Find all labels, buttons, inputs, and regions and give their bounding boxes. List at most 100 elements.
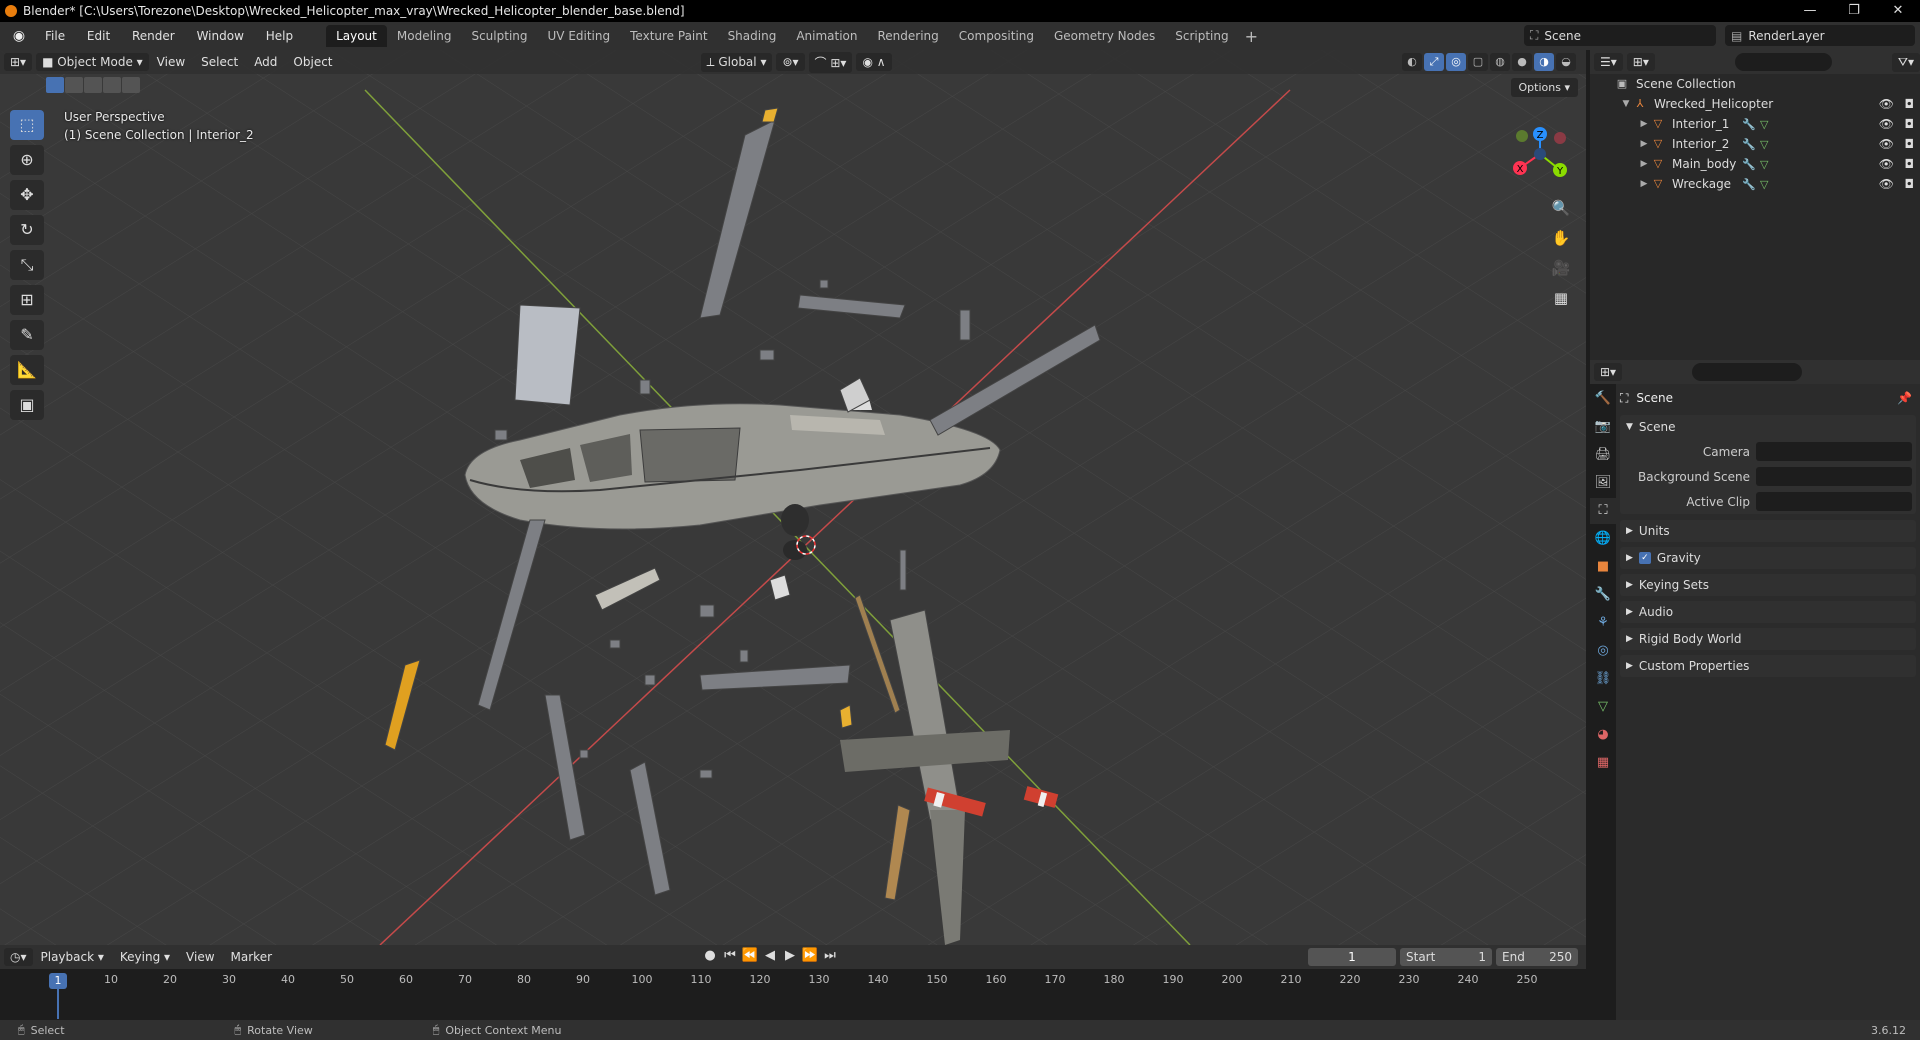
gizmo-toggle-icon[interactable]: ⤢: [1424, 53, 1444, 71]
annotate-tool-icon[interactable]: ✎: [10, 320, 44, 350]
camera-render-icon[interactable]: ◘: [1905, 117, 1915, 131]
outliner-scene-collection[interactable]: ▣ Scene Collection: [1590, 74, 1920, 94]
rendered-shading-icon[interactable]: ◒: [1556, 53, 1576, 71]
particles-tab-icon[interactable]: ⚘: [1590, 610, 1616, 636]
pivot-point-icon[interactable]: ⊚▾: [776, 53, 805, 71]
select-box-tool-icon[interactable]: ⬚: [10, 110, 44, 140]
mesh-data-icon[interactable]: ▽: [1760, 118, 1768, 131]
camera-view-icon[interactable]: 🎥: [1548, 255, 1574, 281]
xray-icon[interactable]: ▢: [1468, 53, 1488, 71]
blender-menu-icon[interactable]: ◉: [10, 27, 28, 45]
rotate-tool-icon[interactable]: ↻: [10, 215, 44, 245]
measure-tool-icon[interactable]: 📐: [10, 355, 44, 385]
solid-shading-icon[interactable]: ●: [1512, 53, 1532, 71]
physics-tab-icon[interactable]: ◎: [1590, 638, 1616, 664]
outliner-object-row[interactable]: ▶ ▽ Interior_2 🔧 ▽ 👁 ◘: [1590, 134, 1920, 154]
mode-selector[interactable]: ■ Object Mode ▾: [36, 53, 149, 71]
tab-modeling[interactable]: Modeling: [387, 25, 462, 47]
proportional-editing-icon[interactable]: ◉ ∧: [856, 53, 892, 71]
tab-rendering[interactable]: Rendering: [868, 25, 949, 47]
material-shading-icon[interactable]: ◑: [1534, 53, 1554, 71]
constraints-tab-icon[interactable]: ⛓: [1590, 666, 1616, 692]
auto-key-icon[interactable]: ●: [700, 948, 720, 963]
end-frame-field[interactable]: End 250: [1496, 948, 1578, 966]
menu-render[interactable]: Render: [123, 29, 184, 43]
jump-keyframe-back-icon[interactable]: ⏪: [740, 948, 760, 963]
editor-type-icon[interactable]: ⊞▾: [4, 53, 33, 71]
playhead[interactable]: 1: [49, 973, 67, 989]
snap-icon[interactable]: ⌒ ⊞▾: [808, 51, 853, 73]
custom-properties-panel[interactable]: ▶ Custom Properties: [1620, 655, 1916, 677]
view-layer-tab-icon[interactable]: 🖼: [1590, 470, 1616, 496]
tab-scripting[interactable]: Scripting: [1165, 25, 1238, 47]
menu-select[interactable]: Select: [193, 55, 246, 69]
jump-keyframe-forward-icon[interactable]: ⏩: [800, 948, 820, 963]
menu-timeline-view[interactable]: View: [178, 950, 222, 964]
menu-file[interactable]: File: [36, 29, 74, 43]
expand-arrow-icon[interactable]: ▶: [1638, 139, 1650, 149]
properties-editor-type-icon[interactable]: ⊞▾: [1594, 363, 1623, 381]
modifier-wrench-icon[interactable]: 🔧: [1742, 138, 1756, 151]
outliner-object-row[interactable]: ▶ ▽ Wreckage 🔧 ▽ 👁 ◘: [1590, 174, 1920, 194]
menu-view[interactable]: View: [149, 55, 193, 69]
eye-icon[interactable]: 👁: [1879, 97, 1894, 111]
zoom-icon[interactable]: 🔍: [1548, 195, 1574, 221]
material-tab-icon[interactable]: ◕: [1590, 722, 1616, 748]
overlays-toggle-icon[interactable]: ◎: [1446, 53, 1466, 71]
display-mode-icon[interactable]: ⊞▾: [1626, 53, 1655, 71]
properties-editor[interactable]: ⊞▾ 🔨 📷 🖨 🖼 ⛶ 🌐 ■ 🔧 ⚘ ◎ ⛓ ▽ ◕ ▦ ⛶ Scene 📌…: [1590, 360, 1920, 1020]
transform-tool-icon[interactable]: ⊞: [10, 285, 44, 315]
output-tab-icon[interactable]: 🖨: [1590, 442, 1616, 468]
tab-shading[interactable]: Shading: [718, 25, 787, 47]
modifier-wrench-icon[interactable]: 🔧: [1742, 118, 1756, 131]
scene-selector[interactable]: ⛶ Scene: [1524, 25, 1716, 46]
outliner-editor-type-icon[interactable]: ☰▾: [1594, 53, 1623, 71]
expand-arrow-icon[interactable]: ▶: [1638, 179, 1650, 189]
object-tab-icon[interactable]: ■: [1590, 554, 1616, 580]
camera-render-icon[interactable]: ◘: [1905, 97, 1915, 111]
3d-viewport[interactable]: ⊞▾ ■ Object Mode ▾ View Select Add Objec…: [0, 50, 1586, 945]
start-frame-field[interactable]: Start 1: [1400, 948, 1492, 966]
tab-sculpting[interactable]: Sculpting: [461, 25, 537, 47]
tab-geometry-nodes[interactable]: Geometry Nodes: [1044, 25, 1165, 47]
modifier-wrench-icon[interactable]: 🔧: [1742, 158, 1756, 171]
mesh-data-icon[interactable]: ▽: [1760, 158, 1768, 171]
render-tab-icon[interactable]: 📷: [1590, 414, 1616, 440]
play-reverse-icon[interactable]: ◀: [760, 948, 780, 963]
data-tab-icon[interactable]: ▽: [1590, 694, 1616, 720]
camera-render-icon[interactable]: ◘: [1905, 177, 1915, 191]
active-clip-field[interactable]: [1756, 492, 1912, 511]
close-button[interactable]: ✕: [1876, 0, 1920, 22]
gravity-checkbox[interactable]: ✓: [1638, 552, 1651, 564]
jump-end-icon[interactable]: ⏭: [820, 948, 840, 963]
wireframe-shading-icon[interactable]: ◍: [1490, 53, 1510, 71]
expand-arrow-icon[interactable]: ▶: [1638, 119, 1650, 129]
outliner-object-row[interactable]: ▶ ▽ Interior_1 🔧 ▽ 👁 ◘: [1590, 114, 1920, 134]
outliner-search-input[interactable]: [1734, 53, 1832, 71]
properties-search-input[interactable]: [1692, 363, 1803, 381]
cursor-tool-icon[interactable]: ⊕: [10, 145, 44, 175]
eye-icon[interactable]: 👁: [1879, 117, 1894, 131]
menu-object[interactable]: Object: [285, 55, 340, 69]
rigid-body-world-panel[interactable]: ▶ Rigid Body World: [1620, 628, 1916, 650]
navigation-gizmo[interactable]: X Y Z: [1500, 114, 1580, 194]
timeline-editor-type-icon[interactable]: ◷▾: [4, 948, 33, 966]
scene-tab-icon[interactable]: ⛶: [1590, 498, 1616, 524]
expand-arrow-icon[interactable]: ▼: [1620, 99, 1632, 109]
scale-tool-icon[interactable]: ⤡: [10, 250, 44, 280]
menu-window[interactable]: Window: [188, 29, 253, 43]
tab-layout[interactable]: Layout: [326, 25, 387, 47]
modifier-wrench-icon[interactable]: 🔧: [1742, 178, 1756, 191]
menu-playback[interactable]: Playback ▾: [33, 950, 112, 964]
viewport-scene[interactable]: [0, 50, 1586, 945]
outliner[interactable]: ☰▾ ⊞▾ ⛛▾ ▣ Scene Collection ▼ ⅄ Wrecked_…: [1590, 50, 1920, 360]
select-intersect-icon[interactable]: [122, 77, 140, 93]
world-tab-icon[interactable]: 🌐: [1590, 526, 1616, 552]
select-new-icon[interactable]: [46, 77, 64, 93]
eye-icon[interactable]: 👁: [1879, 137, 1894, 151]
tool-tab-icon[interactable]: 🔨: [1590, 386, 1616, 412]
timeline-editor[interactable]: ◷▾ Playback ▾ Keying ▾ View Marker ● ⏮ ⏪…: [0, 945, 1586, 1025]
texture-tab-icon[interactable]: ▦: [1590, 750, 1616, 776]
visibility-icon[interactable]: ◐: [1402, 53, 1422, 71]
eye-icon[interactable]: 👁: [1879, 177, 1894, 191]
